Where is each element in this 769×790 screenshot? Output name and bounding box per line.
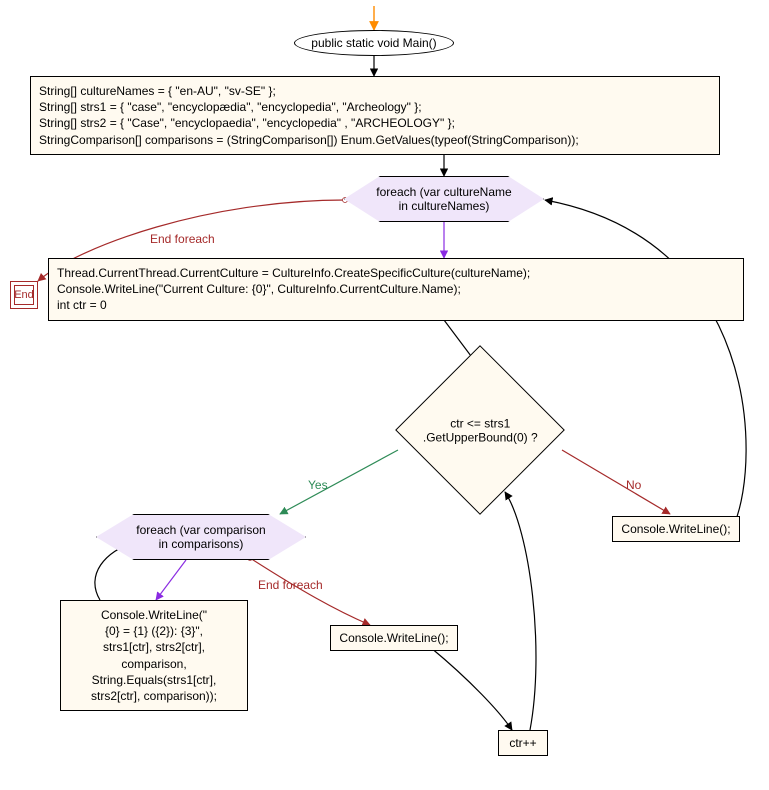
- node-foreach1-text: foreach (var cultureName in cultureNames…: [376, 185, 511, 213]
- node-loop-body: Thread.CurrentThread.CurrentCulture = Cu…: [48, 258, 744, 321]
- label-no: No: [626, 478, 641, 492]
- node-writeline-right: Console.WriteLine();: [612, 516, 740, 542]
- node-foreach-comparisons: foreach (var comparison in comparisons): [96, 514, 306, 560]
- node-main-ellipse: public static void Main(): [294, 30, 454, 56]
- node-declarations: String[] cultureNames = { "en-AU", "sv-S…: [30, 76, 720, 155]
- node-foreach-culturenames: foreach (var cultureName in cultureNames…: [344, 176, 544, 222]
- node-decision-ctr: ctr <= strs1 .GetUpperBound(0) ?: [395, 345, 565, 515]
- label-yes: Yes: [308, 478, 328, 492]
- node-ctr-increment: ctr++: [498, 730, 548, 756]
- node-main-text: public static void Main(): [311, 36, 436, 50]
- node-foreach2-text: foreach (var comparison in comparisons): [136, 523, 265, 551]
- node-end: End: [10, 281, 38, 309]
- flowchart-canvas: public static void Main() String[] cultu…: [0, 0, 769, 790]
- node-end-label: End: [14, 289, 34, 301]
- node-decision-text: ctr <= strs1 .GetUpperBound(0) ?: [417, 416, 544, 444]
- node-writeline-compare: Console.WriteLine(" {0} = {1} ({2}): {3}…: [60, 600, 248, 711]
- node-writeline-mid: Console.WriteLine();: [330, 625, 458, 651]
- label-end-foreach-1: End foreach: [150, 232, 215, 246]
- label-end-foreach-2: End foreach: [258, 578, 323, 592]
